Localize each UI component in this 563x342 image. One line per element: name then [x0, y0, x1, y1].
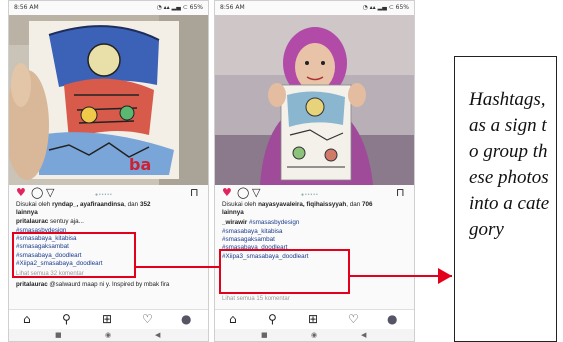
search-icon[interactable]: ⚲	[268, 313, 277, 326]
hashtag-item[interactable]: #smasagaksambat	[222, 236, 308, 244]
add-post-icon[interactable]: ⊞	[102, 313, 112, 326]
hashtag-highlight-box-left	[12, 232, 136, 278]
caption-text[interactable]: #smasasbydesign	[249, 219, 299, 226]
post-photo[interactable]: ba	[9, 15, 208, 185]
status-bar: 8:56 AM ◔ ▴▴ ▂▄ ⊂ 65%	[9, 1, 208, 15]
arrow-head-icon	[438, 268, 452, 284]
likes-mid: , dan	[124, 201, 140, 208]
bookmark-icon[interactable]: ⊓	[190, 187, 199, 199]
recents-icon[interactable]: ■	[55, 331, 62, 339]
home-icon[interactable]: ⌂	[229, 313, 237, 326]
add-post-icon[interactable]: ⊞	[308, 313, 318, 326]
caption: pritalaurac sentuy aja...	[16, 218, 84, 226]
recents-icon[interactable]: ■	[261, 331, 268, 339]
liked-by-users[interactable]: nayasyavaleira, fiqihaissyyah	[258, 201, 346, 208]
share-icon[interactable]: ▽	[46, 187, 54, 199]
home-icon[interactable]: ⌂	[23, 313, 31, 326]
share-icon[interactable]: ▽	[252, 187, 260, 199]
likes-prefix: Disukai oleh	[16, 201, 53, 208]
likes-line: Disukai oleh nayasyavaleira, fiqihaissyy…	[222, 201, 408, 216]
annotation-note-text: Hashtags, as a sign to group these photo…	[469, 89, 550, 240]
caption-text: sentuy aja...	[49, 218, 84, 225]
likes-count[interactable]: 352	[140, 201, 151, 208]
likes-suffix[interactable]: lainnya	[16, 209, 38, 216]
status-icons: ◔ ▴▴ ▂▄ ⊂ 65%	[362, 4, 409, 11]
carousel-dots: ●•••••	[301, 192, 319, 198]
bookmark-icon[interactable]: ⊓	[396, 187, 405, 199]
comment-icon[interactable]: ◯	[31, 187, 43, 199]
status-time: 8:56 AM	[220, 4, 245, 11]
status-icons: ◔ ▴▴ ▂▄ ⊂ 65%	[156, 4, 203, 11]
girl-holding-doodle-image	[215, 15, 414, 185]
caption-username[interactable]: _wirawir	[222, 219, 247, 226]
comment-text: @salwaurd maap ni y. Inspired by mbak fi…	[49, 281, 170, 288]
status-bar: 8:56 AM ◔ ▴▴ ▂▄ ⊂ 65%	[215, 1, 414, 15]
connector-line	[136, 266, 220, 268]
view-comments-link[interactable]: Lihat semua 15 komentar	[222, 296, 290, 302]
bottom-nav-bar: ⌂ ⚲ ⊞ ♡ ●	[215, 309, 414, 329]
doodle-artwork-image: ba	[9, 15, 208, 185]
hashtag-highlight-box-right	[219, 249, 350, 294]
svg-text:ba: ba	[129, 155, 151, 174]
caption: _wirawir #smasasbydesign	[222, 219, 299, 227]
left-phone-screenshot: 8:56 AM ◔ ▴▴ ▂▄ ⊂ 65% ba ♥ ◯ ▽ ●••••• ⊓	[8, 0, 209, 342]
likes-suffix[interactable]: lainnya	[222, 209, 244, 216]
activity-icon[interactable]: ♡	[142, 313, 153, 326]
likes-line: Disukai oleh ryndap_, ayafiraandinsa, da…	[16, 201, 202, 216]
post-action-row: ♥ ◯ ▽ ●••••• ⊓	[9, 187, 208, 201]
annotation-note-box: Hashtags, as a sign to group these photo…	[454, 56, 557, 342]
back-icon[interactable]: ◀	[361, 331, 366, 339]
post-action-row: ♥ ◯ ▽ ●••••• ⊓	[215, 187, 414, 201]
system-nav-bar: ■ ◉ ◀	[215, 329, 414, 341]
back-icon[interactable]: ◀	[155, 331, 160, 339]
post-photo[interactable]	[215, 15, 414, 185]
heart-icon[interactable]: ♥	[222, 187, 232, 199]
status-time: 8:56 AM	[14, 4, 39, 11]
bottom-nav-bar: ⌂ ⚲ ⊞ ♡ ●	[9, 309, 208, 329]
activity-icon[interactable]: ♡	[348, 313, 359, 326]
home-button-icon[interactable]: ◉	[311, 331, 317, 339]
system-nav-bar: ■ ◉ ◀	[9, 329, 208, 341]
liked-by-users[interactable]: ryndap_, ayafiraandinsa	[52, 201, 124, 208]
home-button-icon[interactable]: ◉	[105, 331, 111, 339]
likes-count[interactable]: 706	[362, 201, 373, 208]
hashtag-item[interactable]: #smasabaya_kitabisa	[222, 228, 308, 236]
profile-avatar-icon[interactable]: ●	[387, 313, 397, 326]
carousel-dots: ●•••••	[95, 192, 113, 198]
profile-avatar-icon[interactable]: ●	[181, 313, 191, 326]
arrow-line	[350, 275, 452, 277]
heart-icon[interactable]: ♥	[16, 187, 26, 199]
search-icon[interactable]: ⚲	[62, 313, 71, 326]
comment-username[interactable]: pritalaurac	[16, 281, 48, 288]
comment-icon[interactable]: ◯	[237, 187, 249, 199]
caption-username[interactable]: pritalaurac	[16, 218, 48, 225]
likes-prefix: Disukai oleh	[222, 201, 259, 208]
comment: pritalaurac @salwaurd maap ni y. Inspire…	[16, 281, 196, 289]
likes-mid: , dan	[346, 201, 363, 208]
